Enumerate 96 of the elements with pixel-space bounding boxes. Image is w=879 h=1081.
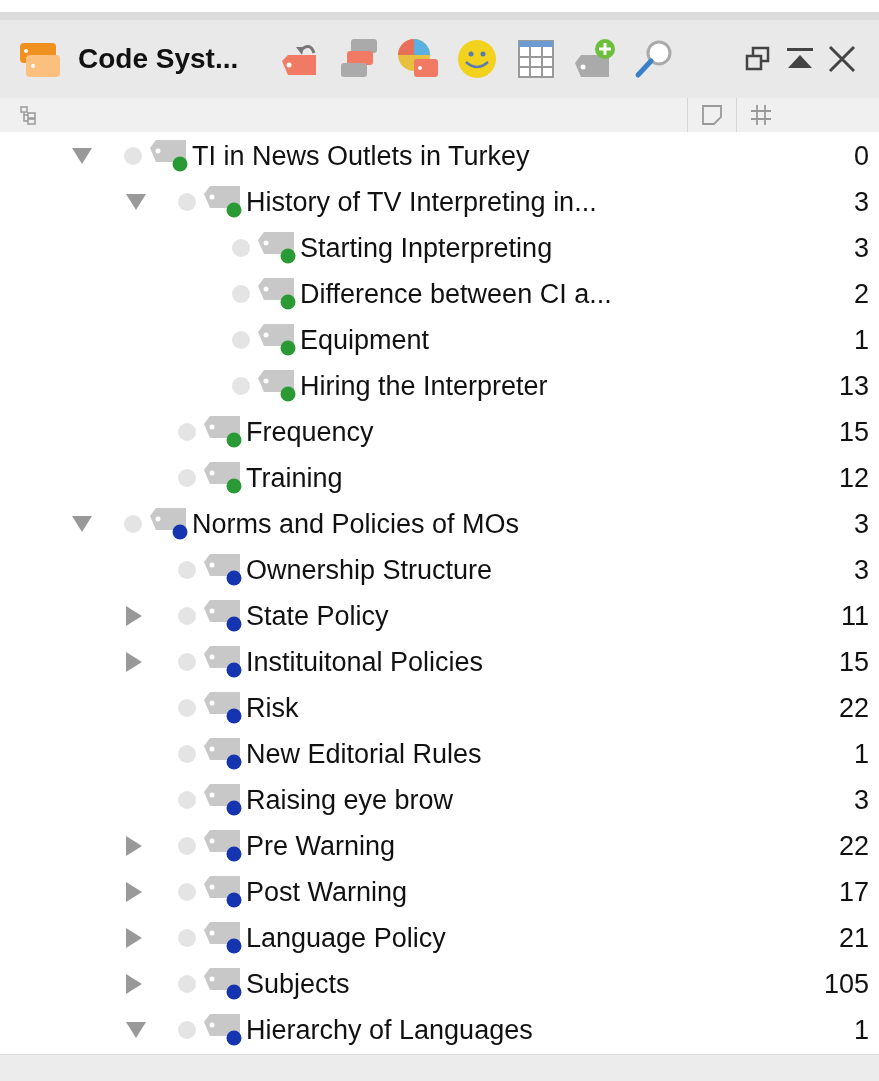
- coded-segment-count: 22: [838, 692, 869, 724]
- status-dot-icon: [178, 423, 196, 441]
- code-tag-icon: [204, 922, 240, 944]
- status-dot-icon: [178, 837, 196, 855]
- coded-segment-count: 3: [853, 554, 869, 586]
- memo-column-icon[interactable]: [700, 103, 724, 127]
- close-icon[interactable]: [827, 44, 857, 74]
- status-dot-icon: [178, 699, 196, 717]
- status-dot-icon: [232, 377, 250, 395]
- expanded-triangle-icon[interactable]: [70, 514, 94, 534]
- coded-segment-count: 105: [823, 968, 869, 1000]
- coded-segment-count: 3: [853, 508, 869, 540]
- coded-segment-count: 3: [853, 784, 869, 816]
- code-name[interactable]: Difference between CI a...: [300, 278, 612, 310]
- status-dot-icon: [232, 331, 250, 349]
- code-name[interactable]: Norms and Policies of MOs: [192, 508, 520, 540]
- code-name[interactable]: Language Policy: [246, 922, 446, 954]
- collapsed-triangle-icon[interactable]: [124, 604, 144, 628]
- status-dot-icon: [232, 239, 250, 257]
- code-tag-icon: [204, 600, 240, 622]
- code-tag-icon: [204, 738, 240, 760]
- code-tag-icon: [204, 186, 240, 208]
- status-dot-icon: [232, 285, 250, 303]
- code-name[interactable]: Raising eye brow: [246, 784, 454, 816]
- panel-title: Code Syst...: [78, 43, 240, 75]
- collapsed-triangle-icon[interactable]: [124, 834, 144, 858]
- code-tag-icon: [204, 462, 240, 484]
- status-dot-icon: [178, 469, 196, 487]
- code-name[interactable]: State Policy: [246, 600, 389, 632]
- code-name[interactable]: Starting Inpterpreting: [300, 232, 553, 264]
- status-dot-icon: [178, 975, 196, 993]
- code-name[interactable]: History of TV Interpreting in...: [246, 186, 597, 218]
- coded-segment-count: 11: [840, 600, 869, 632]
- status-dot-icon: [178, 929, 196, 947]
- code-name[interactable]: Instituitonal Policies: [246, 646, 484, 678]
- count-column-icon[interactable]: [749, 103, 773, 127]
- code-tag-icon: [258, 370, 294, 392]
- coded-segment-count: 15: [838, 416, 869, 448]
- coded-segment-count: 2: [853, 278, 869, 310]
- code-tag-icon: [204, 646, 240, 668]
- status-dot-icon: [178, 607, 196, 625]
- coded-segment-count: 17: [838, 876, 869, 908]
- code-tag-icon: [258, 278, 294, 300]
- coded-segment-count: 1: [853, 324, 869, 356]
- code-name[interactable]: Post Warning: [246, 876, 408, 908]
- status-dot-icon: [178, 1021, 196, 1039]
- coded-segment-count: 15: [838, 646, 869, 678]
- hierarchy-icon[interactable]: [18, 105, 38, 125]
- code-name[interactable]: Pre Warning: [246, 830, 396, 862]
- code-tag-icon: [204, 692, 240, 714]
- code-tag-icon: [150, 508, 186, 530]
- coded-segment-count: 12: [838, 462, 869, 494]
- status-dot-icon: [178, 745, 196, 763]
- code-tag-icon: [204, 830, 240, 852]
- code-tag-icon: [258, 232, 294, 254]
- code-name[interactable]: Risk: [246, 692, 299, 724]
- code-name[interactable]: Equipment: [300, 324, 430, 356]
- coded-segment-count: 3: [853, 186, 869, 218]
- code-tag-icon: [204, 1014, 240, 1036]
- status-dot-icon: [178, 561, 196, 579]
- code-name[interactable]: Training: [246, 462, 343, 494]
- code-tag-icon: [204, 784, 240, 806]
- status-dot-icon: [178, 193, 196, 211]
- code-name[interactable]: Ownership Structure: [246, 554, 493, 586]
- expanded-triangle-icon[interactable]: [124, 1020, 148, 1040]
- code-tag-icon: [204, 876, 240, 898]
- coded-segment-count: 22: [838, 830, 869, 862]
- status-dot-icon: [124, 147, 142, 165]
- status-dot-icon: [124, 515, 142, 533]
- expanded-triangle-icon[interactable]: [124, 192, 148, 212]
- collapsed-triangle-icon[interactable]: [124, 880, 144, 904]
- coded-segment-count: 3: [853, 232, 869, 264]
- code-name[interactable]: Hierarchy of Languages: [246, 1014, 533, 1046]
- expanded-triangle-icon[interactable]: [70, 146, 94, 166]
- code-tag-icon: [204, 968, 240, 990]
- coded-segment-count: 13: [838, 370, 869, 402]
- smiley-icon[interactable]: [455, 37, 499, 81]
- collapsed-triangle-icon[interactable]: [124, 972, 144, 996]
- code-tag-icon: [258, 324, 294, 346]
- code-name[interactable]: TI in News Outlets in Turkey: [192, 140, 530, 172]
- code-name[interactable]: New Editorial Rules: [246, 738, 482, 770]
- collapsed-triangle-icon[interactable]: [124, 926, 144, 950]
- code-name[interactable]: Frequency: [246, 416, 374, 448]
- code-tag-icon: [150, 140, 186, 162]
- code-name[interactable]: Hiring the Interpreter: [300, 370, 548, 402]
- status-dot-icon: [178, 791, 196, 809]
- coded-segment-count: 21: [838, 922, 869, 954]
- collapsed-triangle-icon[interactable]: [124, 650, 144, 674]
- status-dot-icon: [178, 883, 196, 901]
- coded-segment-count: 1: [853, 738, 869, 770]
- coded-segment-count: 1: [853, 1014, 869, 1046]
- status-dot-icon: [178, 653, 196, 671]
- code-tag-icon: [204, 554, 240, 576]
- code-name[interactable]: Subjects: [246, 968, 350, 1000]
- coded-segment-count: 0: [853, 140, 869, 172]
- code-tag-icon: [204, 416, 240, 438]
